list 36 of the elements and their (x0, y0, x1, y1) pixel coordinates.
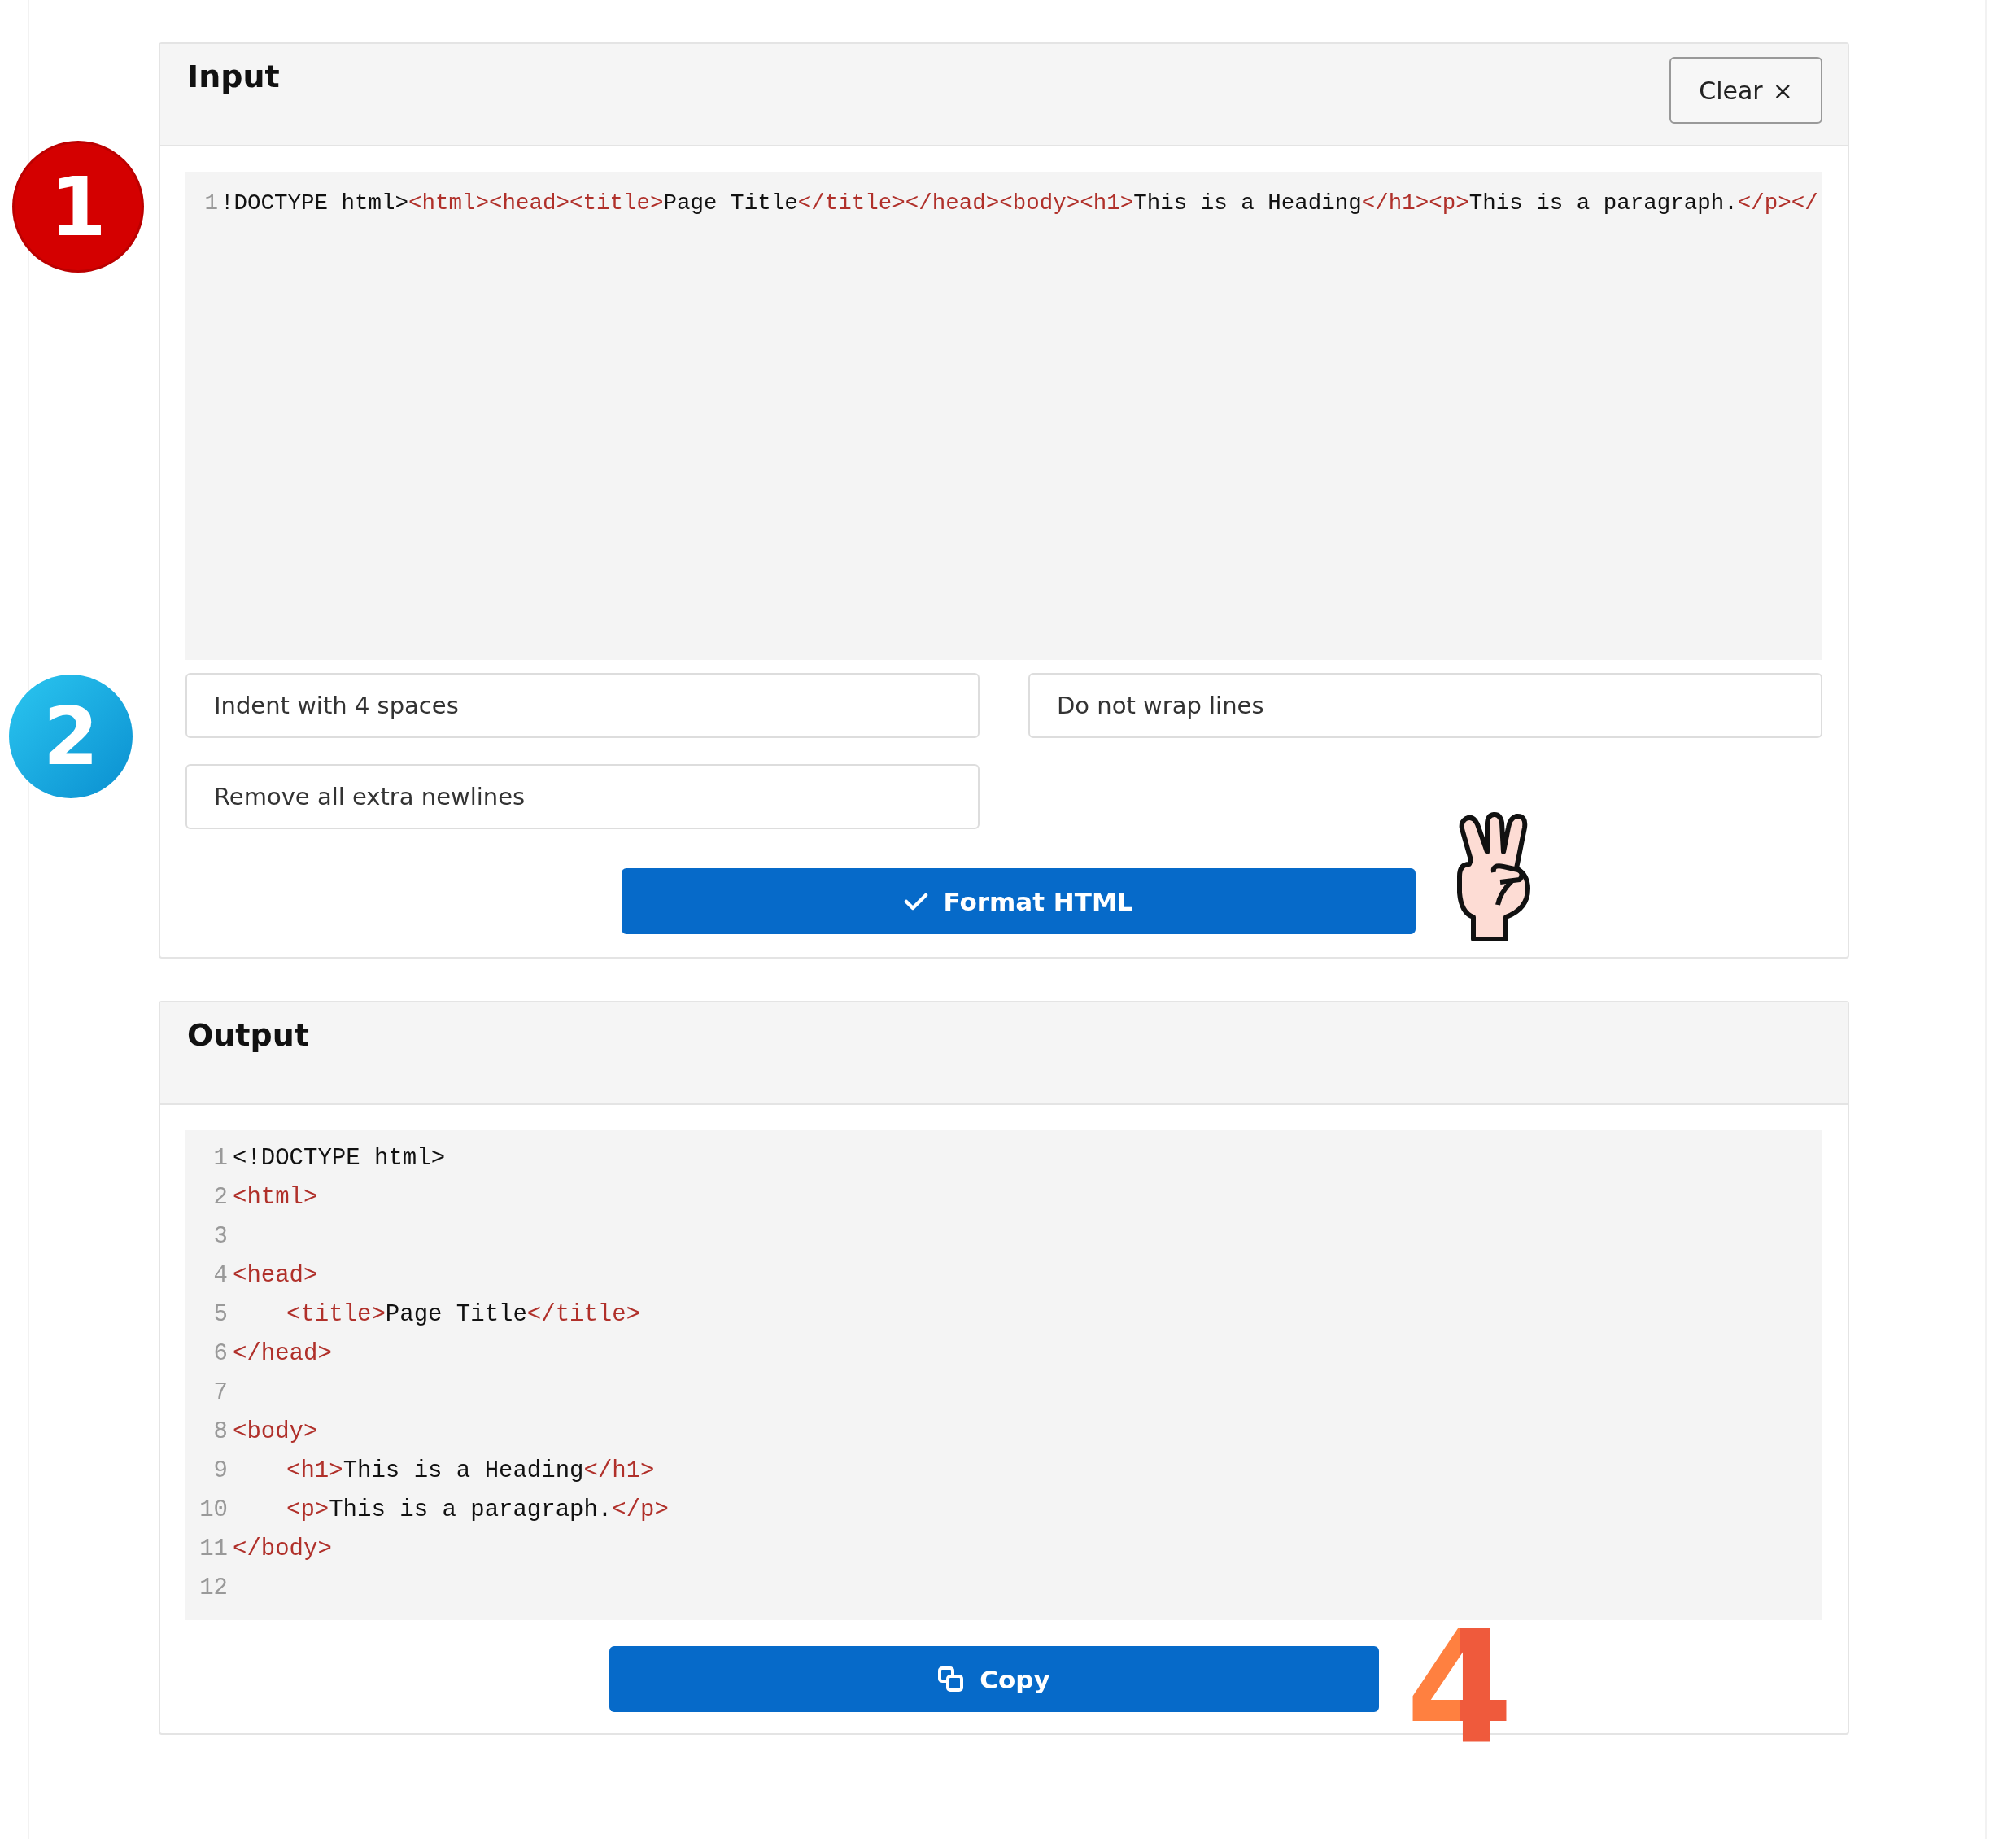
line-number: 4 (212, 1261, 229, 1289)
check-icon (904, 891, 929, 911)
copy-icon (937, 1665, 966, 1693)
copy-button[interactable]: Copy (609, 1646, 1379, 1712)
line-number: 9 (212, 1457, 229, 1484)
step-number: 1 (15, 143, 142, 270)
line-number: 11 (199, 1535, 229, 1562)
format-button[interactable]: Format HTML (622, 868, 1416, 934)
code-line: <title>Page Title</title> (286, 1300, 641, 1328)
line-number: 10 (199, 1496, 229, 1523)
clear-button[interactable]: Clear × (1669, 57, 1822, 124)
option-field[interactable]: Indent with 4 spaces (185, 673, 980, 738)
panel-title: Output (187, 1017, 309, 1053)
line-number: 5 (212, 1300, 229, 1328)
line-number: 2 (212, 1183, 229, 1211)
code-line: <body> (233, 1417, 318, 1445)
line-number: 12 (199, 1574, 229, 1601)
line-number: 1 (203, 190, 219, 216)
step-number: 2 (9, 675, 133, 798)
line-number: 3 (212, 1222, 229, 1250)
code-line: <p>This is a paragraph.</p> (286, 1496, 669, 1523)
code-line: <h1>This is a Heading</h1> (286, 1457, 655, 1484)
line-number: 8 (212, 1417, 229, 1445)
code-line: </body> (233, 1535, 332, 1562)
line-number: 7 (212, 1378, 229, 1406)
code-line: !DOCTYPE html><html><head><title>Page Title</title></head><body><h1>This is a Heading</h1><p>This is a paragraph.</p></ (220, 190, 1818, 216)
code-line: <head> (233, 1261, 318, 1289)
option-field[interactable]: Do not wrap lines (1028, 673, 1822, 738)
code-line: <html> (233, 1183, 318, 1211)
line-number: 1 (212, 1144, 229, 1172)
panel-title: Input (187, 59, 280, 94)
code-line: <!DOCTYPE html> (233, 1144, 446, 1172)
option-field[interactable]: Remove all extra newlines (185, 764, 980, 829)
code-editor[interactable]: 1!DOCTYPE html><html><head><title>Page Title</title></head><body><h1>This is a Heading</h1><p>This is a paragraph.</p></ (185, 172, 1822, 660)
line-number: 6 (212, 1339, 229, 1367)
code-line: </head> (233, 1339, 332, 1367)
